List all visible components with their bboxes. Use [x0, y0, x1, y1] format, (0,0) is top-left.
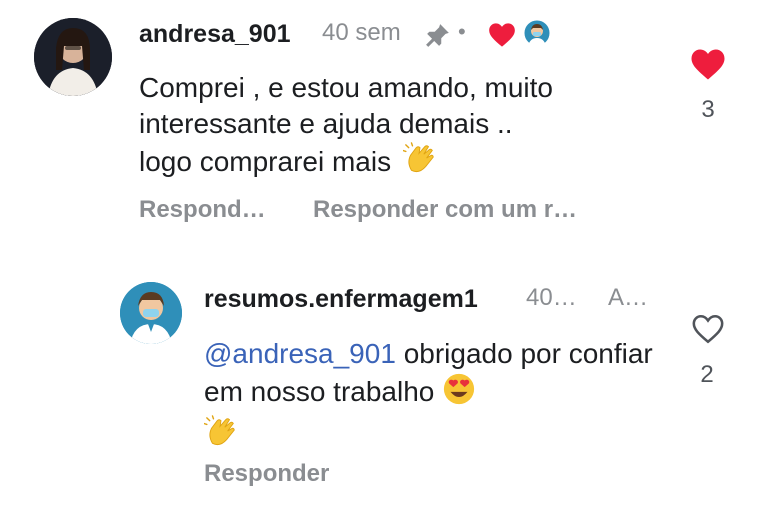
- reply-like-count: 2: [700, 361, 714, 388]
- reply-text: @andresa_901 obrigado por confiar em nos…: [203, 336, 664, 458]
- creator-avatar-mini-icon: [523, 19, 551, 52]
- comment-text: Comprei , e estou amando, muito interess…: [139, 70, 659, 185]
- reply-avatar[interactable]: [120, 282, 182, 344]
- reply-badge: A…: [608, 284, 649, 311]
- reply-time: 40…: [526, 284, 577, 311]
- like-heart-filled-icon[interactable]: [690, 48, 726, 86]
- clapping-hands-icon: [203, 415, 238, 458]
- comment-time: 40 sem: [322, 19, 401, 46]
- avatar[interactable]: [34, 18, 112, 96]
- like-heart-outline-icon[interactable]: [691, 313, 725, 350]
- comment-text-line3: logo comprarei mais: [139, 145, 392, 177]
- reply-button[interactable]: Responder: [204, 460, 329, 488]
- mention-link[interactable]: @andresa_901: [204, 338, 396, 369]
- comment-username[interactable]: andresa_901: [139, 20, 291, 49]
- pin-icon: [425, 22, 451, 53]
- separator-dot: •: [458, 19, 466, 44]
- reply-button[interactable]: Respond…: [139, 196, 266, 224]
- reply-with-reel-button[interactable]: Responder com um r…: [313, 196, 577, 224]
- creator-liked-heart-icon: [488, 22, 516, 53]
- reply-username[interactable]: resumos.enfermagem1: [204, 285, 478, 314]
- clapping-hands-icon: [402, 142, 437, 185]
- heart-eyes-emoji-icon: [442, 372, 476, 415]
- comment-like-count: 3: [701, 96, 715, 123]
